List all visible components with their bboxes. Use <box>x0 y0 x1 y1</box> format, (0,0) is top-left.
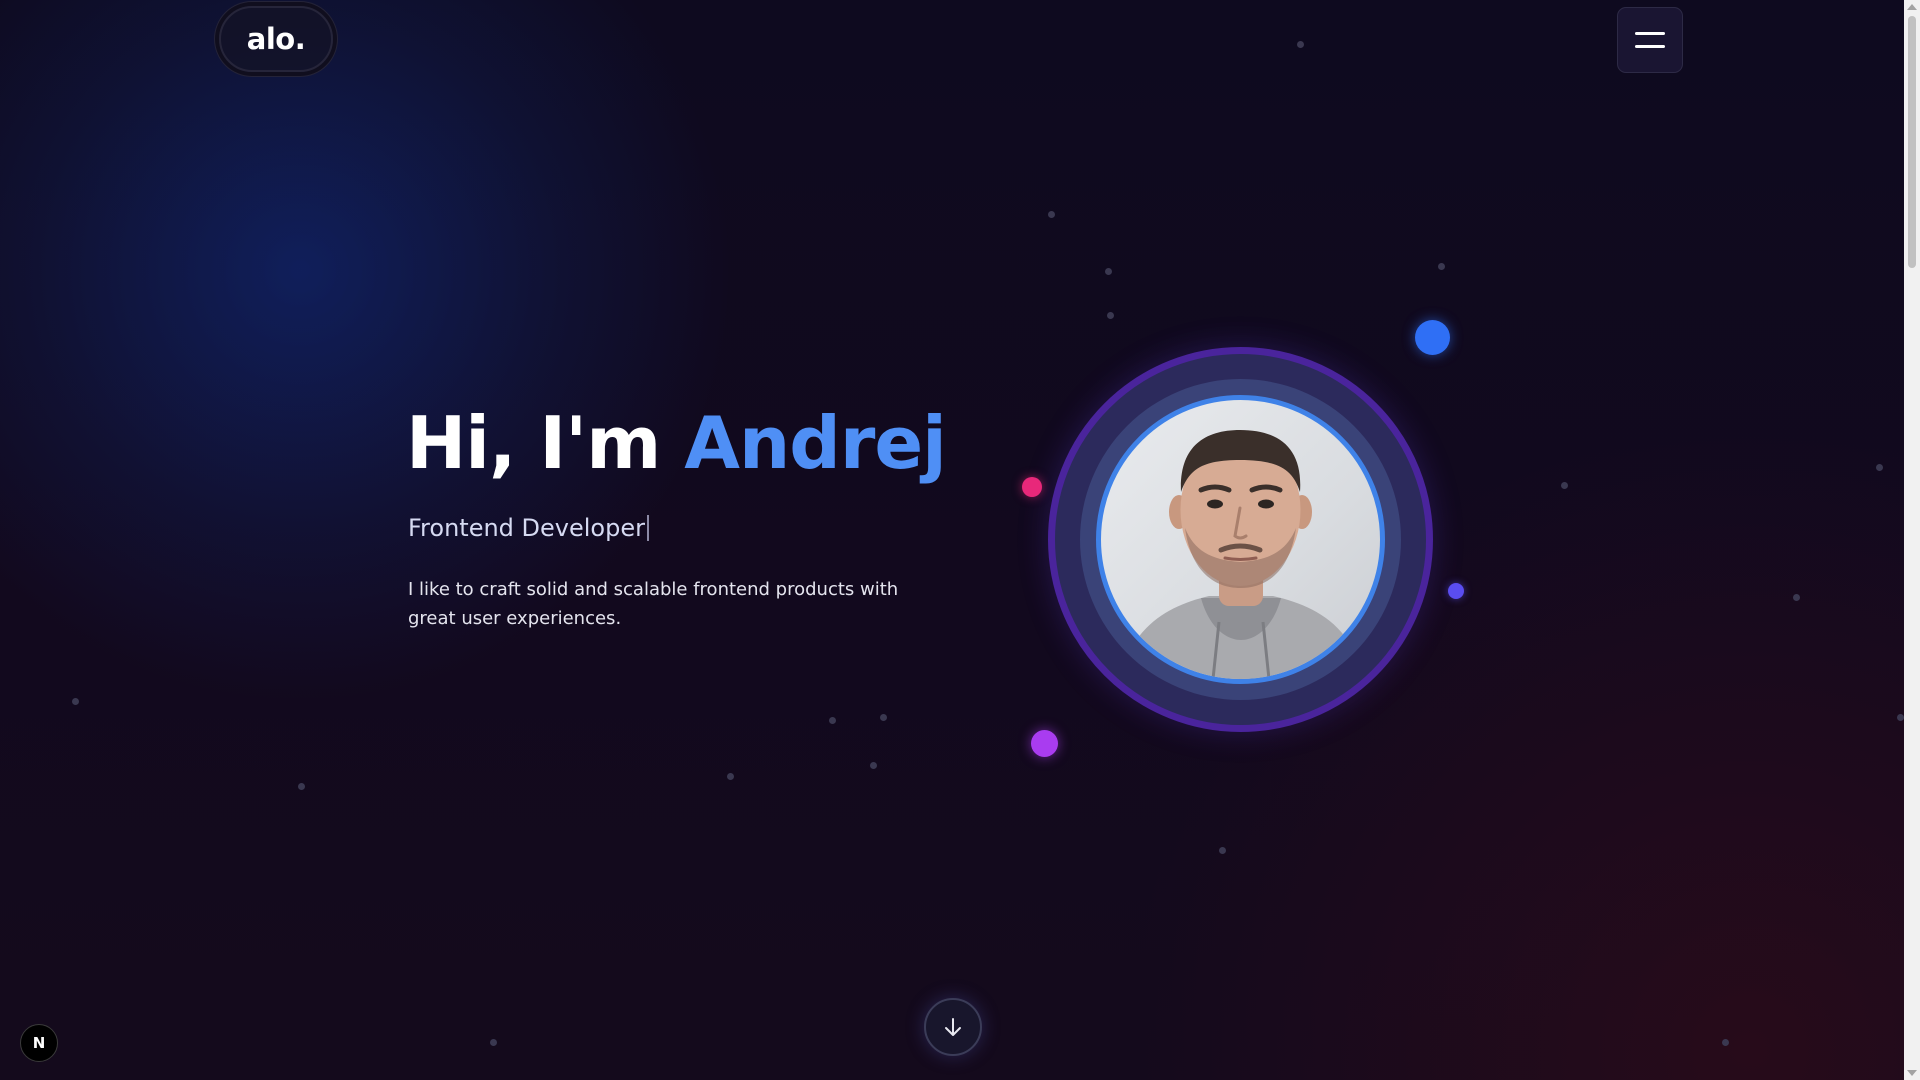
particle-dot <box>1561 482 1568 489</box>
particle-dot <box>1722 1039 1729 1046</box>
page-viewport: alo. Hi, I'm Andrej Frontend Developer I… <box>0 0 1904 1080</box>
scroll-down-arrow-icon[interactable] <box>1907 1070 1917 1076</box>
menu-icon-bar <box>1635 45 1665 48</box>
hero-name: Andrej <box>684 401 947 485</box>
hero-role: Frontend Developer <box>408 510 649 546</box>
arrow-down-icon <box>945 1018 961 1036</box>
scroll-down-button[interactable] <box>924 998 982 1056</box>
orb-pink <box>1022 477 1042 497</box>
hero-bio: I like to craft solid and scalable front… <box>408 579 899 629</box>
particle-dot <box>1297 41 1304 48</box>
particle-dot <box>298 783 305 790</box>
particle-dot <box>1793 594 1800 601</box>
particle-dot <box>1438 263 1445 270</box>
particle-dot <box>1048 211 1055 218</box>
menu-button[interactable] <box>1617 7 1683 73</box>
orb-violet <box>1448 583 1464 599</box>
typing-caret <box>646 515 649 541</box>
hamburger-menu-icon <box>1635 32 1665 48</box>
particle-dot <box>1107 312 1114 319</box>
avatar <box>1096 395 1385 684</box>
hero-greeting: Hi, I'm <box>406 401 661 485</box>
orb-blue <box>1415 320 1450 355</box>
particle-dot <box>829 717 836 724</box>
hero-title: Hi, I'm Andrej <box>406 395 947 491</box>
particle-dot <box>880 714 887 721</box>
particle-dot <box>1876 464 1883 471</box>
scroll-up-arrow-icon[interactable] <box>1907 4 1917 10</box>
dev-badge-letter: N <box>32 1034 46 1052</box>
portrait-illustration <box>1121 430 1363 679</box>
scrollbar[interactable] <box>1904 0 1920 1080</box>
menu-icon-bar <box>1635 32 1665 35</box>
particle-dot <box>1897 714 1904 721</box>
particle-dot <box>727 773 734 780</box>
scrollbar-thumb[interactable] <box>1908 16 1916 268</box>
particle-dot <box>1105 268 1112 275</box>
logo[interactable]: alo. <box>219 6 333 72</box>
particle-dot <box>490 1039 497 1046</box>
particle-dot <box>72 698 79 705</box>
hero-role-text: Frontend Developer <box>408 514 645 542</box>
orb-purple <box>1031 730 1058 757</box>
dev-tools-badge[interactable]: N <box>20 1024 58 1062</box>
particle-dot <box>870 762 877 769</box>
particle-dot <box>1219 847 1226 854</box>
